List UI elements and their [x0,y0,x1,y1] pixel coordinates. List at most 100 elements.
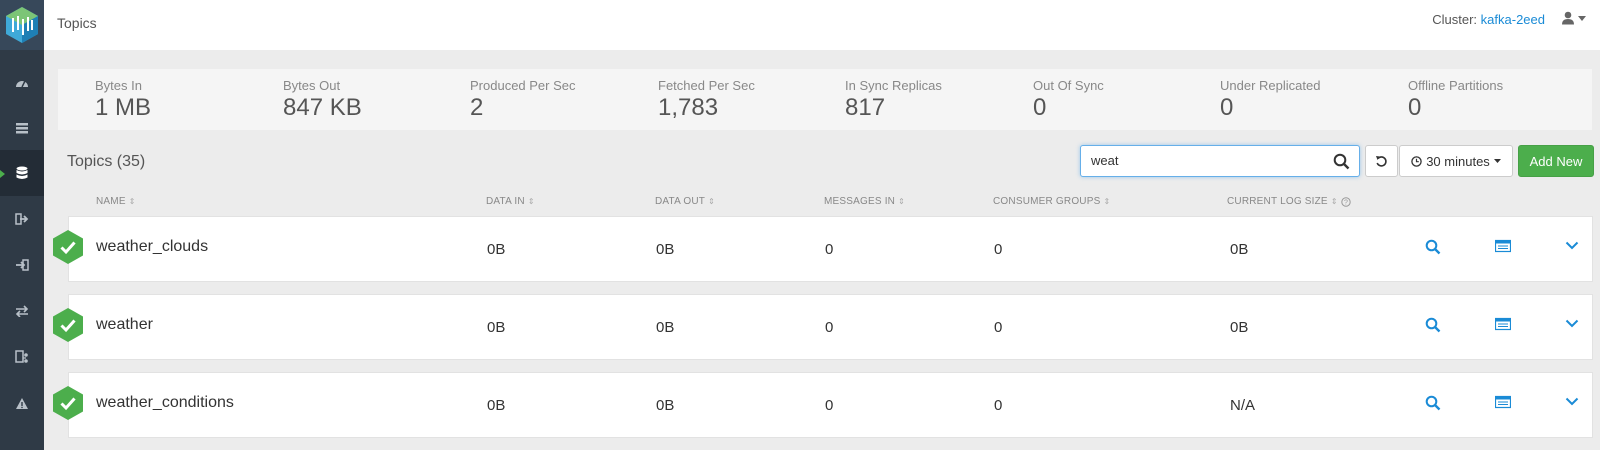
chevron-down-icon[interactable] [1565,241,1579,250]
table-row[interactable]: weather_clouds 0B 0B 0 0 0B [68,216,1593,282]
caret-down-icon [1493,159,1501,163]
stat-value: 0 [1033,94,1047,121]
table-row[interactable]: weather_conditions 0B 0B 0 0 N/A [68,372,1593,438]
data-out-value: 0B [656,241,675,258]
sidebar-item-alerts[interactable] [0,380,44,426]
stat-fetched-per-sec: Fetched Per Sec 1,783 [658,78,755,122]
replication-icon [15,305,29,317]
topic-name[interactable]: weather_clouds [96,238,208,256]
producers-icon [15,213,29,225]
sort-icon: ⇕ [1330,196,1338,206]
stat-under-replicated: Under Replicated 0 [1220,78,1320,122]
stat-bytes-out: Bytes Out 847 KB [283,78,362,122]
stat-value: 2 [470,94,484,121]
logo-icon [6,7,38,43]
app-logo[interactable] [0,0,44,50]
topic-name[interactable]: weather_conditions [96,394,234,412]
cluster-info: Cluster: kafka-2eed [1432,12,1545,27]
svg-text:?: ? [1344,199,1348,206]
time-range-label: 30 minutes [1426,153,1490,169]
log-size-value: N/A [1230,397,1256,414]
clock-icon [1411,155,1422,167]
stat-value: 847 KB [283,94,362,121]
stat-label: Out Of Sync [1033,78,1104,93]
stat-label: Under Replicated [1220,78,1321,93]
cluster-label: Cluster: [1432,12,1478,27]
inspect-icon[interactable] [1425,395,1441,411]
column-label: CONSUMER GROUPS [993,196,1101,207]
stat-label: In Sync Replicas [845,78,942,93]
column-label: CURRENT LOG SIZE [1227,196,1328,207]
column-header-consumer-groups[interactable]: CONSUMER GROUPS ⇕ [993,196,1110,207]
column-label: NAME [96,196,126,207]
stat-bytes-in: Bytes In 1 MB [95,78,151,122]
chevron-down-icon[interactable] [1565,319,1579,328]
data-in-value: 0B [487,319,506,336]
column-label: MESSAGES IN [824,196,896,207]
table-row[interactable]: weather 0B 0B 0 0 0B [68,294,1593,360]
status-ok-icon [53,230,83,264]
chevron-down-icon[interactable] [1565,397,1579,406]
dashboard-icon [16,80,28,88]
add-new-button[interactable]: Add New [1518,145,1594,177]
messages-in-value: 0 [825,241,834,258]
log-size-value: 0B [1230,241,1249,258]
search-input[interactable] [1091,153,1321,168]
user-icon [1562,11,1574,25]
consumer-groups-value: 0 [994,397,1003,414]
data-out-value: 0B [656,319,675,336]
data-in-value: 0B [487,241,506,258]
stat-value: 1,783 [658,94,719,121]
stat-label: Bytes In [95,78,142,93]
topics-count: Topics (35) [67,153,146,170]
consumers-icon [16,259,29,271]
sidebar [0,0,44,450]
stat-value: 0 [1408,94,1422,121]
stat-label: Offline Partitions [1408,78,1504,93]
stat-offline-partitions: Offline Partitions 0 [1408,78,1503,122]
stat-in-sync-replicas: In Sync Replicas 817 [845,78,942,122]
sort-icon: ⇕ [527,196,535,206]
sidebar-item-replication[interactable] [0,288,44,334]
stat-value: 1 MB [95,94,152,121]
inspect-icon[interactable] [1425,317,1441,333]
sidebar-item-topics[interactable] [0,150,44,196]
column-header-data-in[interactable]: DATA IN ⇕ [486,196,535,207]
stat-value: 0 [1220,94,1234,121]
schema-icon [15,350,28,363]
stat-value: 817 [845,94,886,121]
time-range-dropdown[interactable]: 30 minutes [1399,145,1513,177]
stat-out-of-sync: Out Of Sync 0 [1033,78,1104,122]
sidebar-item-producers[interactable] [0,196,44,242]
page-title: Topics [57,15,97,31]
alert-icon [16,397,28,409]
messages-in-value: 0 [825,397,834,414]
topic-name[interactable]: weather [96,316,153,334]
sort-icon: ⇕ [1103,196,1111,206]
column-label: DATA OUT [655,196,706,207]
refresh-button[interactable] [1365,145,1398,177]
stat-label: Bytes Out [283,78,341,93]
messages-in-value: 0 [825,319,834,336]
sidebar-item-dashboard[interactable] [0,60,44,106]
stat-label: Fetched Per Sec [658,78,755,93]
user-menu[interactable] [1561,11,1586,25]
sidebar-item-brokers[interactable] [0,105,44,151]
search-icon[interactable] [1333,153,1350,170]
stat-label: Produced Per Sec [470,78,576,93]
sort-icon: ⇕ [128,196,136,206]
search-box [1080,145,1360,177]
column-header-current-log-size[interactable]: CURRENT LOG SIZE ⇕ ? [1227,196,1351,207]
sidebar-item-consumers[interactable] [0,242,44,288]
sort-icon: ⇕ [898,196,906,206]
column-header-messages-in[interactable]: MESSAGES IN ⇕ [824,196,905,207]
cluster-link[interactable]: kafka-2eed [1481,12,1545,27]
column-header-name[interactable]: NAME ⇕ [96,196,136,207]
help-icon[interactable]: ? [1341,196,1351,207]
sidebar-item-schema[interactable] [0,334,44,380]
schema-view-icon[interactable] [1495,317,1511,331]
schema-view-icon[interactable] [1495,239,1511,253]
inspect-icon[interactable] [1425,239,1441,255]
column-header-data-out[interactable]: DATA OUT ⇕ [655,196,715,207]
schema-view-icon[interactable] [1495,395,1511,409]
